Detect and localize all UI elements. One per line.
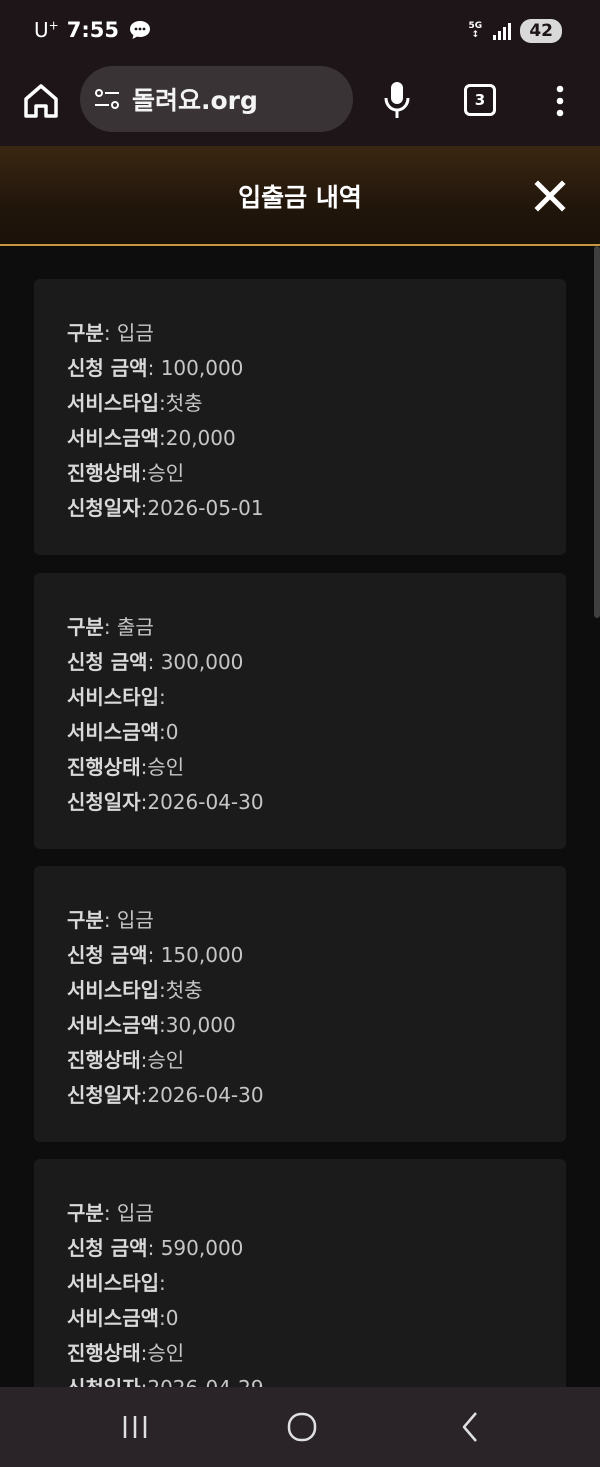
amount-row: 신청 금액: 300,000 xyxy=(67,650,244,674)
tab-switcher-button[interactable]: 3 xyxy=(464,84,496,116)
page-header: 입출금 내역 xyxy=(0,146,600,246)
status-row: 진행상태:승인 xyxy=(67,1048,185,1072)
service-amount-row: 서비스금액:20,000 xyxy=(67,426,236,450)
transaction-card: 구분: 입금 신청 금액: 590,000 서비스타입: 서비스금액:0 진행상… xyxy=(34,1159,566,1387)
service-type-row: 서비스타입:첫충 xyxy=(67,391,203,415)
date-row: 신청일자:2026-04-30 xyxy=(67,790,264,814)
date-row: 신청일자:2026-04-30 xyxy=(67,1083,264,1107)
amount-row: 신청 금액: 590,000 xyxy=(67,1236,244,1260)
carrier-label: U+ xyxy=(34,18,59,42)
type-row: 구분: 입금 xyxy=(67,321,154,345)
close-icon[interactable] xyxy=(534,180,566,212)
clock: 7:55 xyxy=(66,18,119,42)
back-icon[interactable] xyxy=(446,1403,494,1451)
service-amount-row: 서비스금액:0 xyxy=(67,720,179,744)
chat-notification-icon xyxy=(129,21,150,39)
status-row: 진행상태:승인 xyxy=(67,461,185,485)
battery-level: 42 xyxy=(520,19,562,43)
status-row: 진행상태:승인 xyxy=(67,755,185,779)
address-bar[interactable]: 돌려요.org xyxy=(80,66,353,132)
page-title: 입출금 내역 xyxy=(238,183,362,212)
type-row: 구분: 입금 xyxy=(67,1201,154,1225)
amount-row: 신청 금액: 100,000 xyxy=(67,356,244,380)
more-options-icon[interactable] xyxy=(548,82,572,120)
service-type-row: 서비스타입:첫충 xyxy=(67,978,203,1002)
network-type-icon: 5G ↕ xyxy=(468,21,483,40)
date-row: 신청일자:2026-04-29 xyxy=(67,1372,264,1387)
home-nav-icon[interactable] xyxy=(278,1403,326,1451)
transaction-card: 구분: 입금 신청 금액: 150,000 서비스타입:첫충 서비스금액:30,… xyxy=(34,866,566,1142)
signal-strength-icon xyxy=(493,23,512,40)
microphone-icon[interactable] xyxy=(382,80,412,120)
date-row: 신청일자:2026-05-01 xyxy=(67,496,264,520)
service-type-row: 서비스타입: xyxy=(67,685,166,709)
browser-toolbar: 돌려요.org 3 xyxy=(0,62,600,146)
status-bar: U+ 7:55 5G ↕ 42 xyxy=(0,0,600,62)
site-settings-icon[interactable] xyxy=(92,84,122,114)
screen: U+ 7:55 5G ↕ 42 돌려요.org 3 입출금 내역 구분: 입금 … xyxy=(0,0,600,1467)
type-row: 구분: 출금 xyxy=(67,615,154,639)
type-row: 구분: 입금 xyxy=(67,908,154,932)
navigation-bar xyxy=(0,1387,600,1467)
url-text[interactable]: 돌려요.org xyxy=(132,81,258,117)
transaction-card: 구분: 입금 신청 금액: 100,000 서비스타입:첫충 서비스금액:20,… xyxy=(34,279,566,555)
status-right: 5G ↕ 42 xyxy=(466,19,562,43)
scrollbar[interactable] xyxy=(594,246,600,618)
service-type-row: 서비스타입: xyxy=(67,1271,166,1295)
status-left: U+ 7:55 xyxy=(34,18,151,42)
home-icon[interactable] xyxy=(20,80,62,122)
transaction-list[interactable]: 구분: 입금 신청 금액: 100,000 서비스타입:첫충 서비스금액:20,… xyxy=(0,246,600,1387)
transaction-card: 구분: 출금 신청 금액: 300,000 서비스타입: 서비스금액:0 진행상… xyxy=(34,573,566,849)
amount-row: 신청 금액: 150,000 xyxy=(67,943,244,967)
service-amount-row: 서비스금액:30,000 xyxy=(67,1013,236,1037)
service-amount-row: 서비스금액:0 xyxy=(67,1306,179,1330)
status-row: 진행상태:승인 xyxy=(67,1341,185,1365)
recent-apps-icon[interactable] xyxy=(111,1403,159,1451)
